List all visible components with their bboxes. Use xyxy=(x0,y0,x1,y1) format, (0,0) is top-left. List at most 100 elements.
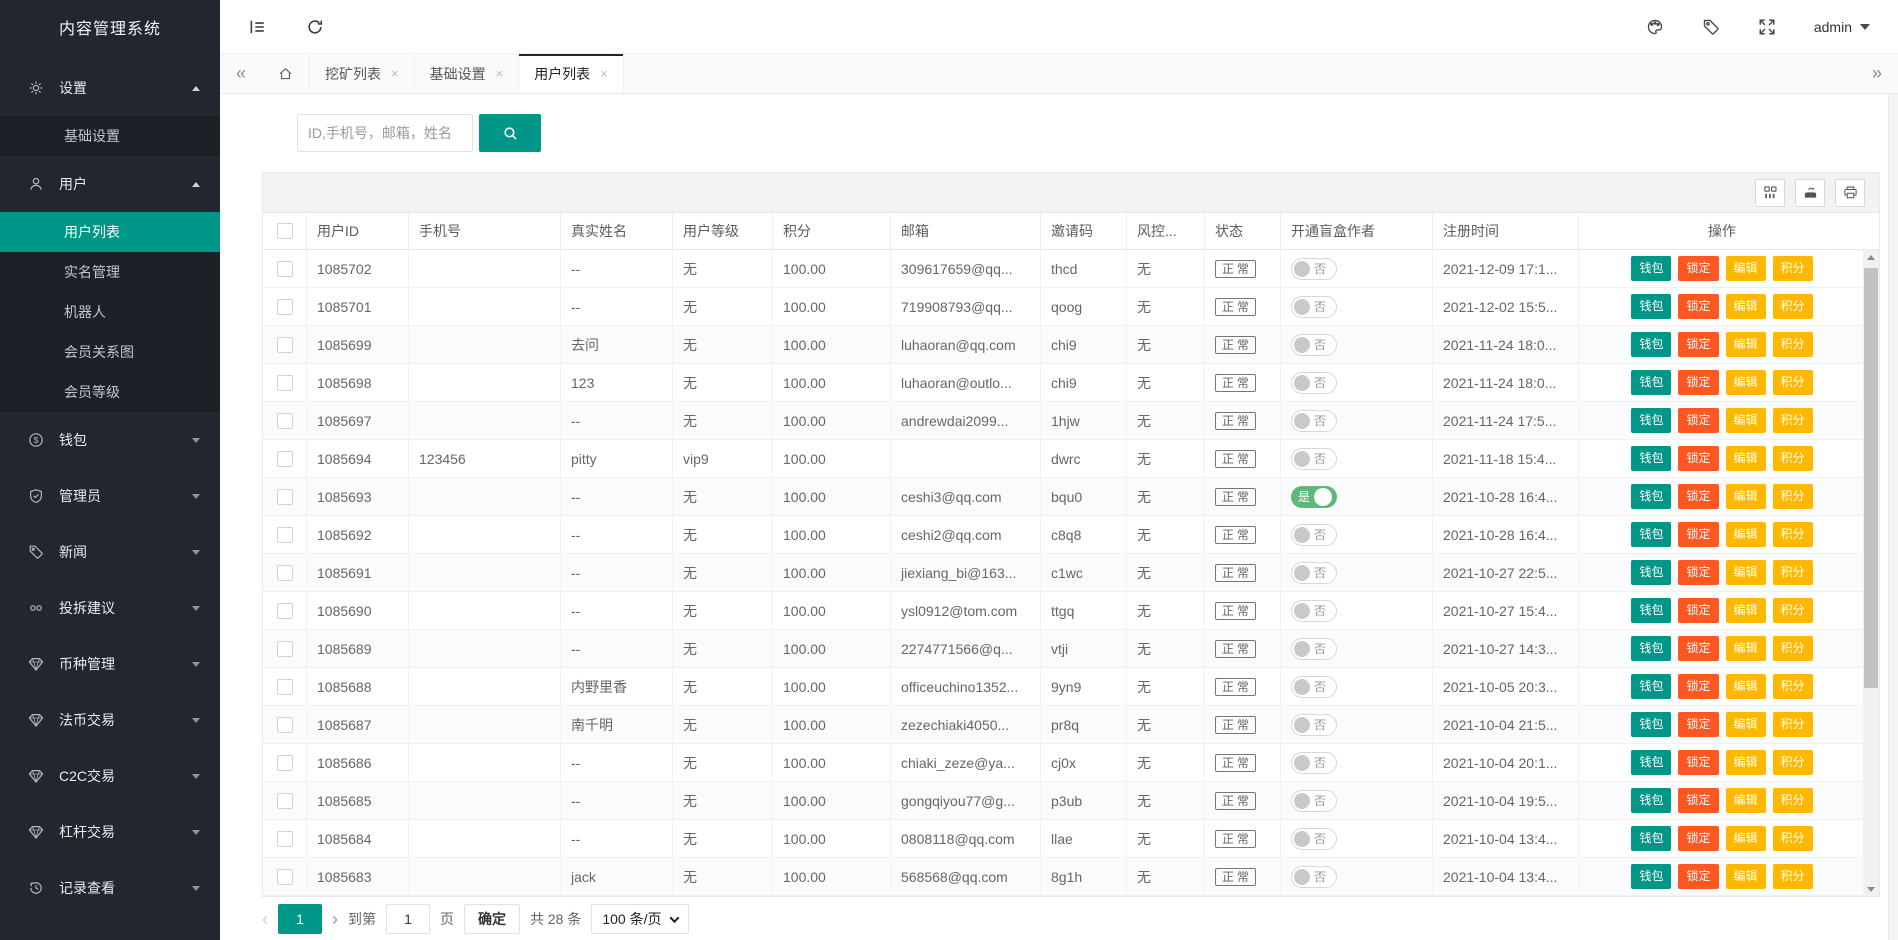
wallet-button[interactable]: 钱包 xyxy=(1631,446,1671,470)
lock-button[interactable]: 锁定 xyxy=(1678,294,1718,318)
lock-button[interactable]: 锁定 xyxy=(1678,712,1718,736)
tabs-scroll-left-button[interactable]: « xyxy=(220,54,262,93)
blindbox-toggle[interactable]: 否 xyxy=(1291,866,1337,888)
sidebar-group-5[interactable]: 投拆建议 xyxy=(0,580,220,636)
wallet-button[interactable]: 钱包 xyxy=(1631,256,1671,280)
lock-button[interactable]: 锁定 xyxy=(1678,788,1718,812)
columns-filter-button[interactable] xyxy=(1755,179,1785,207)
blindbox-toggle[interactable]: 否 xyxy=(1291,258,1337,280)
edit-button[interactable]: 编辑 xyxy=(1726,826,1766,850)
points-button[interactable]: 积分 xyxy=(1773,256,1813,280)
lock-button[interactable]: 锁定 xyxy=(1678,864,1718,888)
tab-1[interactable]: 基础设置× xyxy=(415,54,520,93)
lock-button[interactable]: 锁定 xyxy=(1678,370,1718,394)
edit-button[interactable]: 编辑 xyxy=(1726,370,1766,394)
close-icon[interactable]: × xyxy=(391,66,399,81)
sidebar-item-0[interactable]: 基础设置 xyxy=(0,116,220,156)
tab-0[interactable]: 挖矿列表× xyxy=(310,54,415,93)
sidebar-group-7[interactable]: 法币交易 xyxy=(0,692,220,748)
wallet-button[interactable]: 钱包 xyxy=(1631,484,1671,508)
blindbox-toggle[interactable]: 否 xyxy=(1291,334,1337,356)
wallet-button[interactable]: 钱包 xyxy=(1631,826,1671,850)
sidebar-group-1[interactable]: 用户 xyxy=(0,156,220,212)
lock-button[interactable]: 锁定 xyxy=(1678,826,1718,850)
blindbox-toggle[interactable]: 否 xyxy=(1291,600,1337,622)
edit-button[interactable]: 编辑 xyxy=(1726,712,1766,736)
sidebar-group-3[interactable]: 管理员 xyxy=(0,468,220,524)
points-button[interactable]: 积分 xyxy=(1773,332,1813,356)
sidebar-item-0[interactable]: 用户列表 xyxy=(0,212,220,252)
sidebar-collapse-icon[interactable] xyxy=(248,18,266,36)
lock-button[interactable]: 锁定 xyxy=(1678,408,1718,432)
row-checkbox[interactable] xyxy=(277,679,293,695)
blindbox-toggle[interactable]: 否 xyxy=(1291,676,1337,698)
blindbox-toggle[interactable]: 是 xyxy=(1291,486,1337,508)
wallet-button[interactable]: 钱包 xyxy=(1631,598,1671,622)
row-checkbox[interactable] xyxy=(277,565,293,581)
wallet-button[interactable]: 钱包 xyxy=(1631,674,1671,698)
confirm-button[interactable]: 确定 xyxy=(464,904,520,934)
lock-button[interactable]: 锁定 xyxy=(1678,674,1718,698)
points-button[interactable]: 积分 xyxy=(1773,864,1813,888)
edit-button[interactable]: 编辑 xyxy=(1726,256,1766,280)
sidebar-group-2[interactable]: $钱包 xyxy=(0,412,220,468)
lock-button[interactable]: 锁定 xyxy=(1678,332,1718,356)
points-button[interactable]: 积分 xyxy=(1773,370,1813,394)
sidebar-group-0[interactable]: 设置 xyxy=(0,60,220,116)
sidebar-group-8[interactable]: C2C交易 xyxy=(0,748,220,804)
points-button[interactable]: 积分 xyxy=(1773,294,1813,318)
home-tab[interactable] xyxy=(262,54,310,93)
fullscreen-icon[interactable] xyxy=(1758,18,1776,36)
blindbox-toggle[interactable]: 否 xyxy=(1291,752,1337,774)
sidebar-item-4[interactable]: 会员等级 xyxy=(0,372,220,412)
search-input[interactable] xyxy=(297,114,473,152)
points-button[interactable]: 积分 xyxy=(1773,484,1813,508)
wallet-button[interactable]: 钱包 xyxy=(1631,332,1671,356)
scrollbar-thumb[interactable] xyxy=(1864,268,1878,688)
print-button[interactable] xyxy=(1835,179,1865,207)
edit-button[interactable]: 编辑 xyxy=(1726,560,1766,584)
scroll-up-arrow[interactable] xyxy=(1863,250,1879,264)
blindbox-toggle[interactable]: 否 xyxy=(1291,562,1337,584)
edit-button[interactable]: 编辑 xyxy=(1726,294,1766,318)
blindbox-toggle[interactable]: 否 xyxy=(1291,372,1337,394)
wallet-button[interactable]: 钱包 xyxy=(1631,408,1671,432)
points-button[interactable]: 积分 xyxy=(1773,560,1813,584)
blindbox-toggle[interactable]: 否 xyxy=(1291,410,1337,432)
blindbox-toggle[interactable]: 否 xyxy=(1291,296,1337,318)
edit-button[interactable]: 编辑 xyxy=(1726,446,1766,470)
table-scrollbar[interactable] xyxy=(1863,250,1879,896)
lock-button[interactable]: 锁定 xyxy=(1678,750,1718,774)
points-button[interactable]: 积分 xyxy=(1773,674,1813,698)
row-checkbox[interactable] xyxy=(277,755,293,771)
close-icon[interactable]: × xyxy=(496,66,504,81)
edit-button[interactable]: 编辑 xyxy=(1726,522,1766,546)
wallet-button[interactable]: 钱包 xyxy=(1631,788,1671,812)
blindbox-toggle[interactable]: 否 xyxy=(1291,638,1337,660)
theme-palette-icon[interactable] xyxy=(1646,18,1664,36)
wallet-button[interactable]: 钱包 xyxy=(1631,294,1671,318)
sidebar-group-9[interactable]: 杠杆交易 xyxy=(0,804,220,860)
wallet-button[interactable]: 钱包 xyxy=(1631,750,1671,774)
row-checkbox[interactable] xyxy=(277,831,293,847)
row-checkbox[interactable] xyxy=(277,299,293,315)
export-button[interactable] xyxy=(1795,179,1825,207)
lock-button[interactable]: 锁定 xyxy=(1678,636,1718,660)
row-checkbox[interactable] xyxy=(277,869,293,885)
close-icon[interactable]: × xyxy=(600,66,608,81)
edit-button[interactable]: 编辑 xyxy=(1726,750,1766,774)
wallet-button[interactable]: 钱包 xyxy=(1631,560,1671,584)
prev-page-button[interactable]: ‹ xyxy=(262,909,268,930)
scroll-down-arrow[interactable] xyxy=(1863,882,1879,896)
points-button[interactable]: 积分 xyxy=(1773,522,1813,546)
goto-page-input[interactable] xyxy=(386,904,430,934)
points-button[interactable]: 积分 xyxy=(1773,408,1813,432)
row-checkbox[interactable] xyxy=(277,413,293,429)
row-checkbox[interactable] xyxy=(277,337,293,353)
next-page-button[interactable]: › xyxy=(332,909,338,930)
lock-button[interactable]: 锁定 xyxy=(1678,560,1718,584)
row-checkbox[interactable] xyxy=(277,793,293,809)
points-button[interactable]: 积分 xyxy=(1773,636,1813,660)
wallet-button[interactable]: 钱包 xyxy=(1631,370,1671,394)
blindbox-toggle[interactable]: 否 xyxy=(1291,524,1337,546)
